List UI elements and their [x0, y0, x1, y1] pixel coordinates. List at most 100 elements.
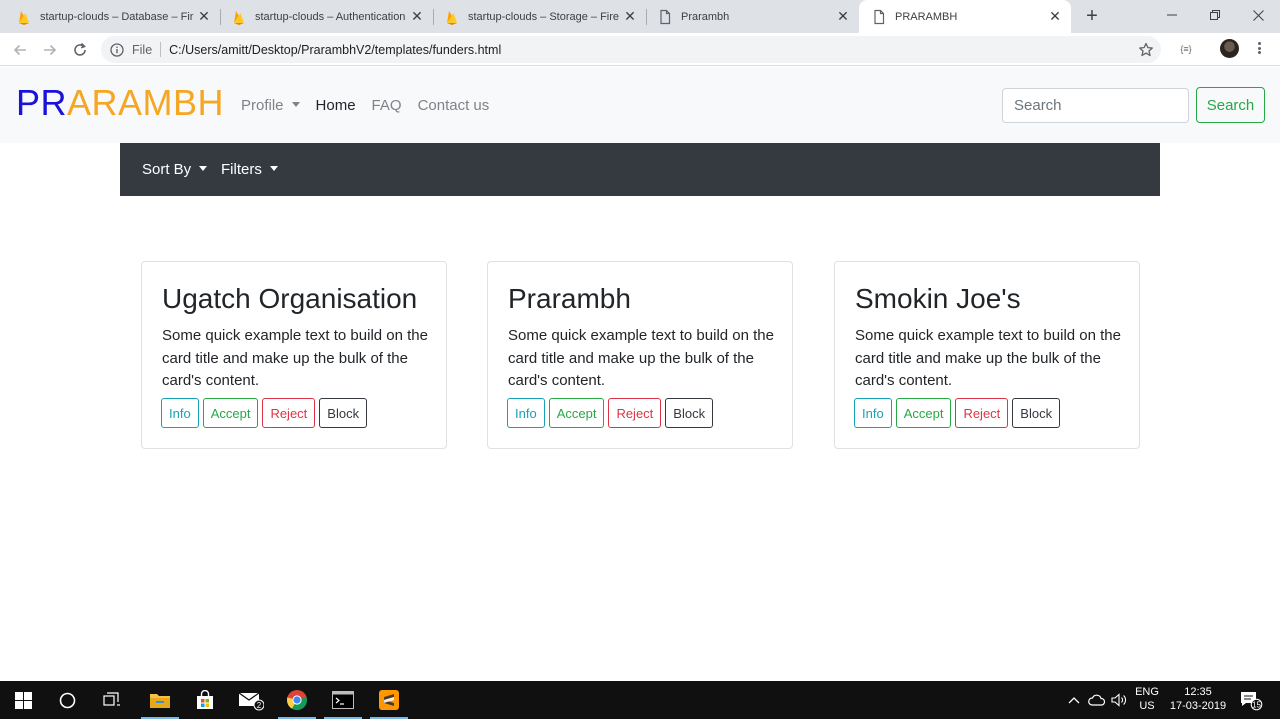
- chevron-down-icon: [291, 102, 300, 107]
- chrome-icon[interactable]: [274, 681, 320, 719]
- page-icon: [874, 9, 885, 24]
- card-text: Some quick example text to build on the …: [162, 327, 428, 389]
- profile-avatar[interactable]: [1220, 39, 1239, 58]
- page-icon: [660, 9, 671, 24]
- tab-title: startup-clouds – Authentication: [255, 10, 406, 23]
- browser-tab-prarambh[interactable]: Prarambh ✕: [641, 0, 859, 33]
- close-icon[interactable]: ✕: [835, 8, 851, 25]
- terminal-icon[interactable]: [320, 681, 366, 719]
- block-button[interactable]: Block: [1012, 398, 1061, 428]
- nav-profile-dropdown[interactable]: Profile: [241, 96, 300, 116]
- firebase-icon: [447, 10, 457, 25]
- accept-button[interactable]: Accept: [895, 398, 952, 428]
- tab-title: startup-clouds – Storage – Fire: [468, 10, 620, 23]
- info-button[interactable]: Info: [507, 398, 545, 428]
- show-hidden-icons-chevron-up-icon[interactable]: [1061, 681, 1087, 719]
- brand-part-1: PR: [16, 82, 68, 123]
- card-title: Prarambh: [508, 283, 631, 314]
- card-text: Some quick example text to build on the …: [855, 327, 1121, 389]
- windows-taskbar: 2 ENG US 12:35 17-03-2019 15: [0, 681, 1280, 719]
- file-explorer-icon[interactable]: [137, 681, 183, 719]
- store-icon[interactable]: [182, 681, 228, 719]
- browser-tab-authentication[interactable]: startup-clouds – Authentication ✕: [215, 0, 433, 33]
- task-view-icon[interactable]: [89, 681, 135, 719]
- funder-card: Smokin Joe's Some quick example text to …: [834, 261, 1140, 449]
- mail-badge-count: 2: [257, 701, 262, 710]
- chevron-down-icon: [199, 166, 208, 171]
- cortana-search-icon[interactable]: [44, 681, 90, 719]
- address-url[interactable]: C:/Users/amitt/Desktop/PrarambhV2/templa…: [169, 43, 501, 57]
- sort-filter-bar: Sort By Filters: [120, 143, 1160, 196]
- tab-title: startup-clouds – Database – Fir: [40, 10, 194, 23]
- menu-kebab-icon[interactable]: [1255, 40, 1263, 56]
- close-icon[interactable]: ✕: [409, 8, 425, 25]
- card-title: Ugatch Organisation: [162, 283, 418, 314]
- language-label: ENG: [1135, 686, 1159, 698]
- filters-dropdown[interactable]: Filters: [221, 161, 278, 179]
- funder-card: Prarambh Some quick example text to buil…: [487, 261, 793, 449]
- region-label: US: [1139, 700, 1155, 712]
- bookmark-star-icon[interactable]: [1138, 42, 1154, 58]
- action-center-notification-icon[interactable]: 15: [1236, 681, 1266, 719]
- window-close-icon[interactable]: [1236, 0, 1280, 30]
- search-button[interactable]: Search: [1196, 87, 1265, 123]
- chevron-down-icon: [269, 166, 278, 171]
- accept-button[interactable]: Accept: [548, 398, 605, 428]
- info-icon[interactable]: [110, 42, 124, 57]
- clock-time: 12:35: [1184, 686, 1212, 698]
- block-button[interactable]: Block: [665, 398, 714, 428]
- site-nav-links: Profile Home FAQ Contact us: [241, 96, 505, 116]
- input-language-indicator[interactable]: ENG US: [1133, 685, 1161, 713]
- card-actions: Info Accept Reject Block: [854, 398, 1064, 428]
- browser-tab-prarambh-active[interactable]: PRARAMBH ✕: [859, 0, 1071, 33]
- close-icon[interactable]: ✕: [196, 8, 212, 25]
- address-bar[interactable]: File C:/Users/amitt/Desktop/PrarambhV2/t…: [101, 36, 1161, 63]
- new-tab-plus-icon[interactable]: +: [1082, 5, 1102, 27]
- block-button[interactable]: Block: [319, 398, 368, 428]
- card-actions: Info Accept Reject Block: [507, 398, 717, 428]
- nav-faq-link[interactable]: FAQ: [372, 96, 402, 116]
- sort-by-dropdown[interactable]: Sort By: [142, 161, 208, 179]
- back-arrow-icon[interactable]: [9, 39, 31, 61]
- close-icon[interactable]: ✕: [622, 8, 638, 25]
- card-text: Some quick example text to build on the …: [508, 327, 774, 389]
- site-brand-logo[interactable]: PRARAMBH: [16, 81, 224, 125]
- reject-button[interactable]: Reject: [262, 398, 316, 428]
- browser-tab-strip: startup-clouds – Database – Fir ✕ startu…: [0, 0, 1280, 33]
- onedrive-cloud-icon[interactable]: [1085, 681, 1109, 719]
- nav-profile-label: Profile: [241, 97, 284, 114]
- tab-title: PRARAMBH: [895, 10, 958, 23]
- info-button[interactable]: Info: [854, 398, 892, 428]
- mail-icon[interactable]: 2: [228, 681, 274, 719]
- close-icon[interactable]: ✕: [1047, 8, 1063, 25]
- restore-icon[interactable]: [1193, 0, 1237, 30]
- system-clock[interactable]: 12:35 17-03-2019: [1166, 685, 1230, 713]
- card-actions: Info Accept Reject Block: [161, 398, 371, 428]
- reload-icon[interactable]: [69, 39, 91, 61]
- volume-icon[interactable]: [1107, 681, 1131, 719]
- scheme-label: File: [132, 42, 153, 57]
- minimize-icon[interactable]: [1150, 0, 1194, 30]
- forward-arrow-icon[interactable]: [39, 39, 61, 61]
- funder-card: Ugatch Organisation Some quick example t…: [141, 261, 447, 449]
- windows-start-icon[interactable]: [0, 681, 46, 719]
- filters-label: Filters: [221, 161, 262, 178]
- card-title: Smokin Joe's: [855, 283, 1021, 314]
- accept-button[interactable]: Accept: [202, 398, 259, 428]
- site-navbar: PRARAMBH Profile Home FAQ Contact us Sea…: [0, 67, 1280, 143]
- nav-home-link[interactable]: Home: [316, 96, 356, 116]
- firebase-icon: [234, 10, 244, 25]
- reject-button[interactable]: Reject: [955, 398, 1009, 428]
- brand-part-2: ARAMBH: [67, 82, 225, 123]
- browser-tab-database[interactable]: startup-clouds – Database – Fir ✕: [0, 0, 220, 33]
- tab-title: Prarambh: [681, 10, 730, 23]
- browser-tab-storage[interactable]: startup-clouds – Storage – Fire ✕: [428, 0, 646, 33]
- address-separator: [160, 42, 162, 57]
- search-input[interactable]: Search: [1002, 88, 1189, 123]
- nav-contact-link[interactable]: Contact us: [418, 96, 490, 116]
- info-button[interactable]: Info: [161, 398, 199, 428]
- sublime-text-icon[interactable]: [366, 681, 412, 719]
- extension-icon[interactable]: {≡}: [1176, 42, 1196, 56]
- reject-button[interactable]: Reject: [608, 398, 662, 428]
- browser-toolbar: File C:/Users/amitt/Desktop/PrarambhV2/t…: [0, 33, 1280, 66]
